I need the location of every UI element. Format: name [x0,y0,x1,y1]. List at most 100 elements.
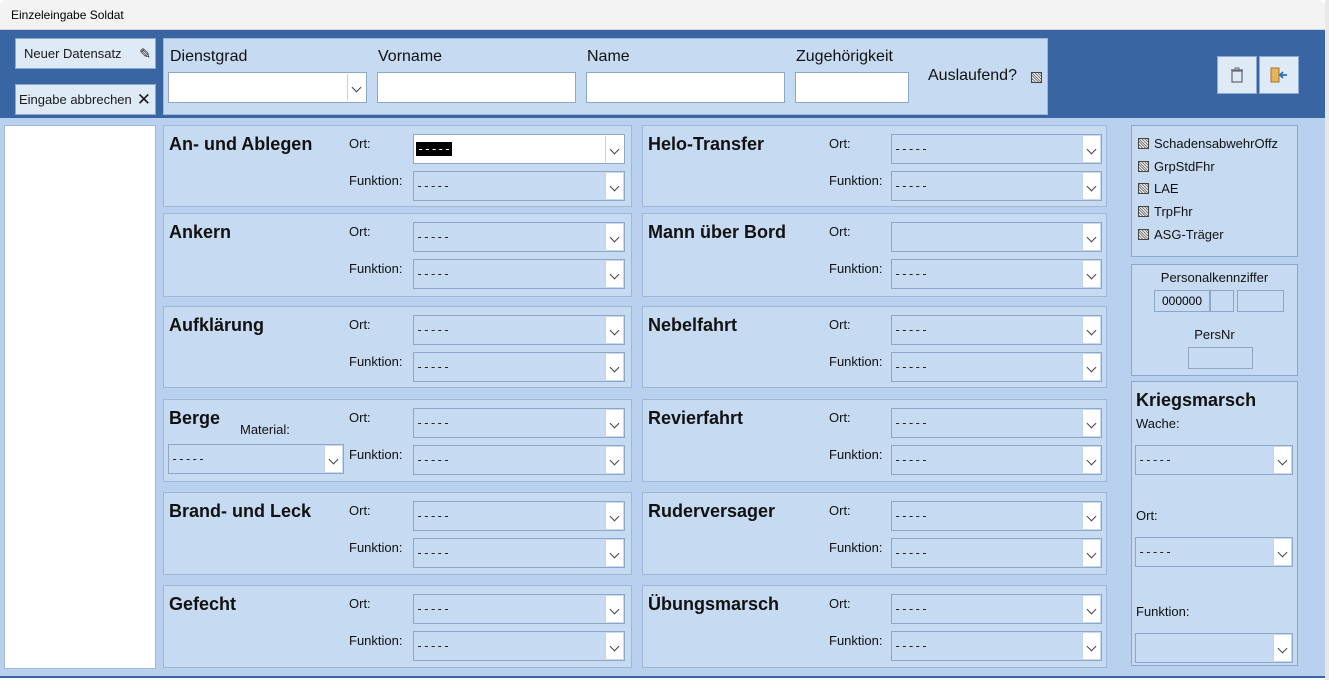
vorname-field[interactable] [377,72,576,103]
chevron-down-icon[interactable] [1082,354,1100,380]
checkbox-grpstdfhr[interactable] [1138,160,1149,172]
aufklaerung-funktion-select[interactable]: ----- [413,352,625,382]
funktion-label: Funktion: [349,261,403,276]
chevron-down-icon[interactable] [605,596,623,622]
checkbox-label-schadensabwehroffz: SchadensabwehrOffz [1154,136,1279,151]
brand-und-leck-funktion-select[interactable]: ----- [413,538,625,568]
chevron-down-icon[interactable] [1082,503,1100,529]
chevron-down-icon[interactable] [1273,635,1291,661]
ruderversager-ort-value: ----- [894,509,928,523]
ankern-ort-select[interactable]: ----- [413,222,625,252]
uebungsmarsch-ort-value: ----- [894,602,928,616]
chevron-down-icon[interactable] [605,354,623,380]
dienstgrad-select[interactable] [168,72,367,103]
record-list[interactable] [4,125,156,669]
chevron-down-icon[interactable] [1082,596,1100,622]
chevron-down-icon[interactable] [1082,173,1100,199]
chevron-down-icon[interactable] [1082,317,1100,343]
chevron-down-icon[interactable] [605,633,623,659]
checkbox-label-asg-traeger: ASG-Träger [1154,226,1224,242]
chevron-down-icon[interactable] [1082,540,1100,566]
revierfahrt-ort-select[interactable]: ----- [891,408,1102,438]
auslaufend-checkbox[interactable] [1031,72,1042,83]
gefecht-ort-select[interactable]: ----- [413,594,625,624]
chevron-down-icon[interactable] [1082,136,1100,162]
chevron-down-icon[interactable] [1082,261,1100,287]
chevron-down-icon[interactable] [605,317,623,343]
chevron-down-icon[interactable] [605,173,623,199]
berge-ort-select[interactable]: ----- [413,408,625,438]
checkbox-label-grpstdfhr: GrpStdFhr [1154,158,1215,174]
chevron-down-icon[interactable] [605,540,623,566]
ort-label: Ort: [349,317,371,332]
helo-transfer-ort-select[interactable]: ----- [891,134,1102,164]
gefecht-funktion-select[interactable]: ----- [413,631,625,661]
berge-material-select[interactable]: ----- [168,444,344,474]
brand-und-leck-funktion-value: ----- [416,546,450,560]
checkbox-asg-traeger[interactable] [1138,228,1149,240]
chevron-down-icon[interactable] [605,447,623,473]
funktion-label: Funktion: [349,354,403,369]
chevron-down-icon[interactable] [1082,224,1100,250]
section-helo-transfer: Helo-Transfer Ort: ----- Funktion: ----- [642,125,1107,207]
revierfahrt-ort-value: ----- [894,416,928,430]
checkbox-schadensabwehroffz[interactable] [1138,138,1149,149]
uebungsmarsch-funktion-select[interactable]: ----- [891,631,1102,661]
exit-button[interactable] [1259,56,1299,94]
zugehoerigkeit-field[interactable] [795,72,909,103]
revierfahrt-funktion-select[interactable]: ----- [891,445,1102,475]
uebungsmarsch-ort-select[interactable]: ----- [891,594,1102,624]
person-header-panel: Dienstgrad Vorname Name Zugehörigkeit Au… [163,38,1048,115]
chevron-down-icon[interactable] [605,503,623,529]
funktion-label: Funktion: [829,540,883,555]
ankern-funktion-select[interactable]: ----- [413,259,625,289]
section-berge: Berge Ort: ----- Funktion: ----- Material: ---… [163,399,632,482]
nebelfahrt-funktion-select[interactable]: ----- [891,352,1102,382]
checkbox-lae[interactable] [1138,183,1149,195]
section-title: Aufklärung [169,315,265,335]
chevron-down-icon[interactable] [1082,633,1100,659]
section-title: Helo-Transfer [648,134,765,154]
wache-select[interactable]: ----- [1135,445,1293,475]
pk-field-3 [1237,290,1284,312]
aufklaerung-ort-value: ----- [416,323,450,337]
ruderversager-funktion-select[interactable]: ----- [891,538,1102,568]
helo-transfer-funktion-select[interactable]: ----- [891,171,1102,201]
ort-label: Ort: [829,503,851,518]
berge-funktion-select[interactable]: ----- [413,445,625,475]
chevron-down-icon[interactable] [1273,447,1291,473]
chevron-down-icon[interactable] [605,261,623,287]
chevron-down-icon[interactable] [324,446,342,472]
chevron-down-icon[interactable] [605,136,623,162]
an-und-ablegen-ort-select[interactable]: ----- [413,134,625,164]
an-und-ablegen-funktion-value: ----- [416,179,450,193]
aufklaerung-ort-select[interactable]: ----- [413,315,625,345]
cancel-entry-button[interactable]: Eingabe abbrechen ✕ [15,84,156,115]
aufklaerung-funktion-value: ----- [416,360,450,374]
uebungsmarsch-funktion-value: ----- [894,639,928,653]
chevron-down-icon[interactable] [605,410,623,436]
mann-ueber-bord-funktion-select[interactable]: ----- [891,259,1102,289]
chevron-down-icon[interactable] [605,224,623,250]
km-funktion-select[interactable] [1135,633,1293,663]
nebelfahrt-ort-select[interactable]: ----- [891,315,1102,345]
checkbox-trpfhr[interactable] [1138,206,1149,218]
an-und-ablegen-funktion-select[interactable]: ----- [413,171,625,201]
chevron-down-icon[interactable] [1082,447,1100,473]
window-title: Einzeleingabe Soldat [11,8,124,22]
ruderversager-ort-select[interactable]: ----- [891,501,1102,531]
funktion-label: Funktion: [829,173,883,188]
name-field[interactable] [586,72,785,103]
chevron-down-icon[interactable] [1082,410,1100,436]
brand-und-leck-ort-select[interactable]: ----- [413,501,625,531]
delete-button[interactable] [1217,56,1257,94]
new-record-button[interactable]: Neuer Datensatz ✎ [15,38,156,69]
mann-ueber-bord-ort-select[interactable] [891,222,1102,252]
chevron-down-icon[interactable] [1273,539,1291,565]
zugehoerigkeit-label: Zugehörigkeit [796,48,893,65]
persnr-field [1188,347,1253,369]
exit-door-icon [1270,67,1287,83]
km-ort-select[interactable]: ----- [1135,537,1293,567]
chevron-down-icon[interactable] [347,74,365,101]
cancel-entry-label: Eingabe abbrechen [19,92,132,107]
